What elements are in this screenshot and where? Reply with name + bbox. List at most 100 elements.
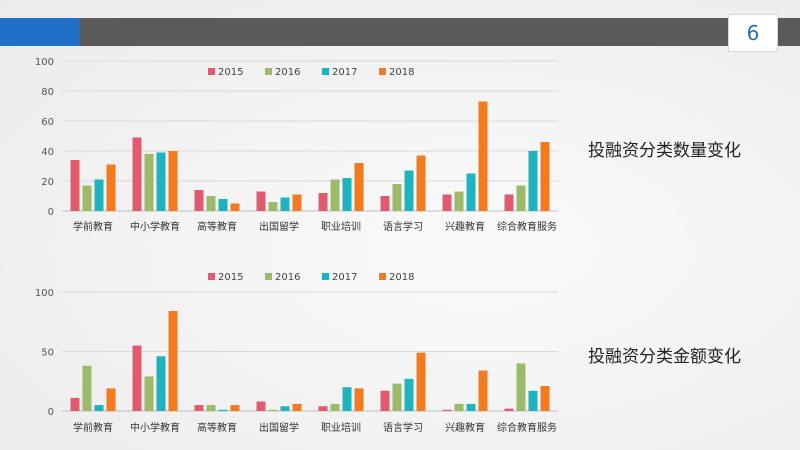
amount-chart: 2015 2016 2017 2018 0 50 100 学前教育 中小学教育 高等教育 出国留学 职…	[35, 272, 558, 434]
amount-bar-2015-2	[194, 405, 204, 411]
count-legend: 2015 2016 2017 2018	[208, 67, 414, 78]
amount-bar-2015-4	[318, 406, 328, 411]
count-bar-2017-3	[280, 197, 290, 211]
amount-legend-label-2015: 2015	[218, 272, 243, 283]
amount-category-label: 语言学习	[383, 421, 423, 434]
count-legend-label-2015: 2015	[218, 67, 243, 78]
count-category-label: 高等教育	[197, 220, 237, 233]
amount-legend-swatch-2017	[322, 273, 329, 280]
amount-bar-2017-6	[466, 403, 476, 411]
amount-bar-2015-0	[70, 397, 80, 411]
amount-bar-2017-0	[94, 405, 104, 411]
count-bar-2016-0	[82, 185, 92, 211]
amount-legend-label-2017: 2017	[332, 272, 357, 283]
amount-category-label: 中小学教育	[130, 421, 180, 434]
amount-bar-2017-1	[156, 356, 166, 411]
count-bar-2018-4	[354, 163, 364, 211]
amount-y-tick-label: 50	[41, 348, 54, 359]
count-y-tick-label: 80	[41, 87, 54, 98]
amount-legend-swatch-2018	[379, 273, 386, 280]
count-legend-swatch-2015	[208, 68, 215, 75]
count-bar-2016-6	[454, 191, 464, 211]
count-bar-2017-0	[94, 179, 104, 211]
count-bar-2018-6	[478, 101, 488, 211]
amount-legend-swatch-2016	[265, 273, 272, 280]
page-number: 6	[728, 14, 778, 52]
count-y-tick-label: 100	[35, 57, 54, 68]
amount-bar-2018-7	[540, 386, 550, 411]
amount-bar-2018-3	[292, 403, 302, 411]
amount-legend: 2015 2016 2017 2018	[208, 272, 414, 283]
count-bar-2017-4	[342, 178, 352, 211]
amount-bar-2015-3	[256, 401, 266, 411]
amount-category-label: 兴趣教育	[445, 421, 485, 434]
count-chart-label: 投融资分类数量变化	[588, 141, 741, 161]
count-bar-2018-3	[292, 194, 302, 211]
amount-bar-2018-0	[106, 388, 116, 411]
amount-bar-2016-2	[206, 405, 216, 411]
amount-bar-2018-6	[478, 370, 488, 411]
amount-bar-2018-1	[168, 311, 178, 411]
count-legend-swatch-2016	[265, 68, 272, 75]
count-bar-2015-5	[380, 196, 390, 211]
amount-bar-2015-7	[504, 408, 514, 411]
amount-bar-2015-6	[442, 409, 452, 411]
amount-bar-2017-4	[342, 387, 352, 411]
count-bar-2017-5	[404, 170, 414, 211]
count-legend-swatch-2017	[322, 68, 329, 75]
count-category-label: 兴趣教育	[445, 220, 485, 233]
count-category-label: 综合教育服务	[497, 220, 557, 233]
header-accent	[0, 18, 80, 46]
count-bar-2015-4	[318, 193, 328, 211]
count-bar-2016-4	[330, 179, 340, 211]
count-legend-swatch-2018	[379, 68, 386, 75]
count-bar-2017-2	[218, 199, 228, 211]
count-bar-2015-7	[504, 194, 514, 211]
count-bar-2018-0	[106, 164, 116, 211]
amount-category-label: 综合教育服务	[497, 421, 557, 434]
amount-bar-2018-4	[354, 388, 364, 411]
amount-bar-2016-5	[392, 383, 402, 411]
count-y-tick-label: 20	[41, 177, 54, 188]
count-bar-2018-5	[416, 155, 426, 211]
count-bar-2018-1	[168, 151, 178, 211]
count-legend-label-2018: 2018	[389, 67, 414, 78]
count-bar-2017-6	[466, 173, 476, 211]
count-bar-2015-3	[256, 191, 266, 211]
amount-y-tick-label: 0	[48, 407, 54, 418]
amount-y-tick-label: 100	[35, 288, 54, 299]
count-chart: 2015 2016 2017 2018 0 20 40 60 80 100 学前教育 中小学教育 高等教…	[35, 57, 558, 233]
amount-bar-2016-4	[330, 403, 340, 411]
amount-category-label: 学前教育	[73, 421, 113, 434]
header-bar	[0, 18, 800, 46]
amount-chart-label: 投融资分类金额变化	[588, 347, 741, 367]
count-bar-2016-5	[392, 184, 402, 211]
count-bar-2017-1	[156, 152, 166, 211]
amount-bar-2016-0	[82, 365, 92, 411]
amount-legend-label-2016: 2016	[275, 272, 300, 283]
count-bar-2016-2	[206, 196, 216, 211]
count-bar-2016-3	[268, 202, 278, 211]
amount-bar-2017-3	[280, 406, 290, 411]
count-bar-2015-6	[442, 194, 452, 211]
amount-bar-2017-5	[404, 378, 414, 411]
amount-bar-2018-2	[230, 405, 240, 411]
count-y-tick-label: 0	[48, 207, 54, 218]
amount-bar-2016-3	[268, 409, 278, 411]
amount-category-label: 出国留学	[259, 421, 299, 434]
amount-legend-swatch-2015	[208, 273, 215, 280]
amount-bar-2016-6	[454, 403, 464, 411]
count-category-label: 中小学教育	[130, 220, 180, 233]
count-legend-label-2017: 2017	[332, 67, 357, 78]
amount-bar-2016-7	[516, 363, 526, 411]
count-bar-2018-2	[230, 203, 240, 211]
count-bar-2016-1	[144, 154, 154, 211]
amount-category-label: 职业培训	[321, 421, 361, 434]
count-bar-2015-2	[194, 190, 204, 211]
count-bar-2015-0	[70, 160, 80, 211]
count-bar-2016-7	[516, 185, 526, 211]
count-bar-2017-7	[528, 151, 538, 211]
count-legend-label-2016: 2016	[275, 67, 300, 78]
amount-bar-2016-1	[144, 376, 154, 411]
count-category-label: 职业培训	[321, 220, 361, 233]
